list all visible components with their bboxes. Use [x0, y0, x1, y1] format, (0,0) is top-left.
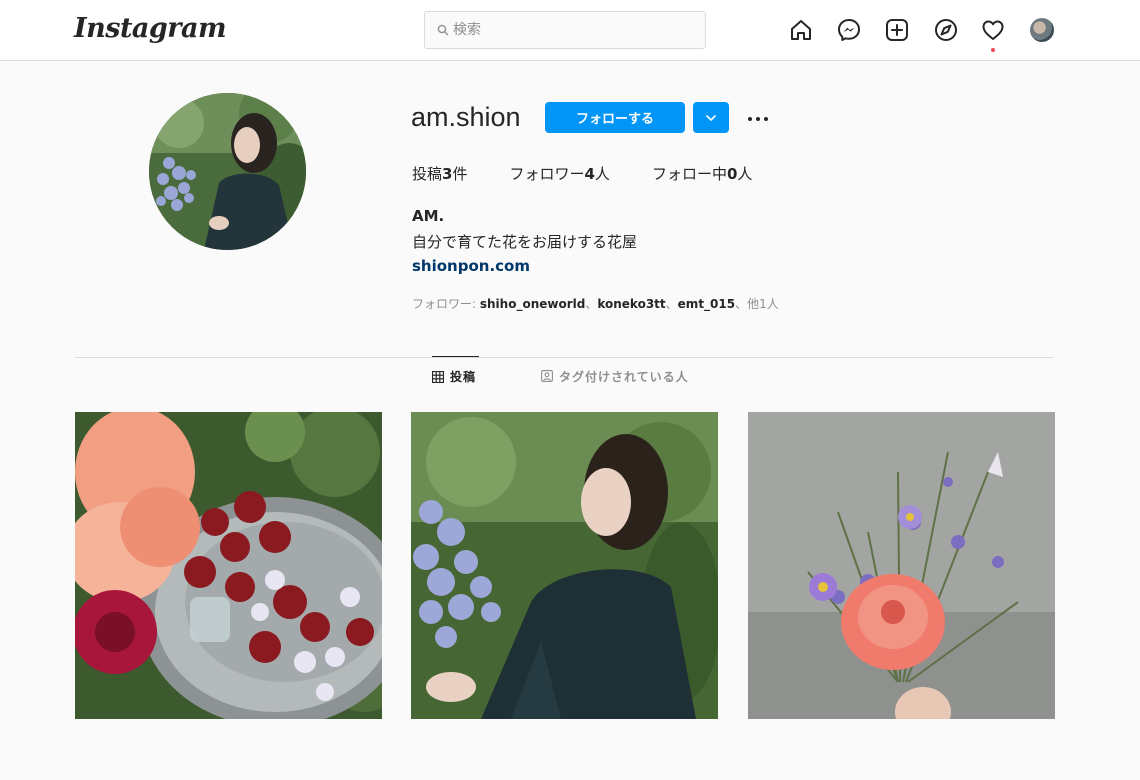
explore-icon[interactable]: [933, 17, 959, 43]
profile-website-link[interactable]: shionpon.com: [412, 257, 530, 275]
nav-profile-avatar[interactable]: [1030, 18, 1054, 42]
dahlia-bouquet-grey-wall-photo: [748, 412, 1055, 719]
tagged-user-icon: [541, 370, 553, 382]
chevron-down-icon: [706, 115, 716, 121]
following-count[interactable]: フォロー中0人: [652, 163, 752, 185]
woman-holding-aster-photo: [411, 412, 718, 719]
suggested-accounts-dropdown-button[interactable]: [693, 102, 729, 133]
profile-username: am.shion: [411, 102, 521, 132]
profile-avatar[interactable]: [149, 93, 306, 250]
top-navigation-bar: Instagram: [0, 0, 1140, 61]
followed-by-text: フォロワー: shiho_oneworld、koneko3tt、emt_015、…: [412, 297, 779, 311]
profile-stats: 投稿3件 フォロワー4人 フォロー中0人: [412, 163, 794, 185]
home-icon[interactable]: [788, 17, 814, 43]
profile-full-name: AM.: [412, 207, 445, 225]
dahlias-in-metal-tub-photo: [75, 412, 382, 719]
instagram-logo[interactable]: Instagram: [74, 13, 227, 44]
followers-count[interactable]: フォロワー4人: [509, 163, 609, 185]
search-box[interactable]: [424, 11, 706, 49]
notification-dot: [991, 48, 995, 52]
post-thumbnail[interactable]: [411, 412, 718, 719]
messenger-icon[interactable]: [836, 17, 862, 43]
follower-link[interactable]: emt_015: [678, 297, 735, 311]
follow-button[interactable]: フォローする: [545, 102, 685, 133]
post-thumbnail[interactable]: [748, 412, 1055, 719]
tab-posts[interactable]: 投稿: [432, 356, 479, 396]
grid-icon: [432, 370, 444, 383]
post-thumbnail[interactable]: [75, 412, 382, 719]
follower-link[interactable]: shiho_oneworld: [480, 297, 585, 311]
search-input[interactable]: [453, 20, 693, 40]
follower-link[interactable]: koneko3tt: [597, 297, 665, 311]
posts-count: 投稿3件: [412, 165, 468, 183]
profile-bio: 自分で育てた花をお届けする花屋: [412, 233, 638, 251]
activity-heart-icon[interactable]: [980, 17, 1006, 43]
new-post-icon[interactable]: [884, 17, 910, 43]
tab-tagged[interactable]: タグ付けされている人: [541, 356, 701, 396]
search-icon: [437, 24, 449, 36]
more-options-icon[interactable]: [744, 108, 774, 128]
